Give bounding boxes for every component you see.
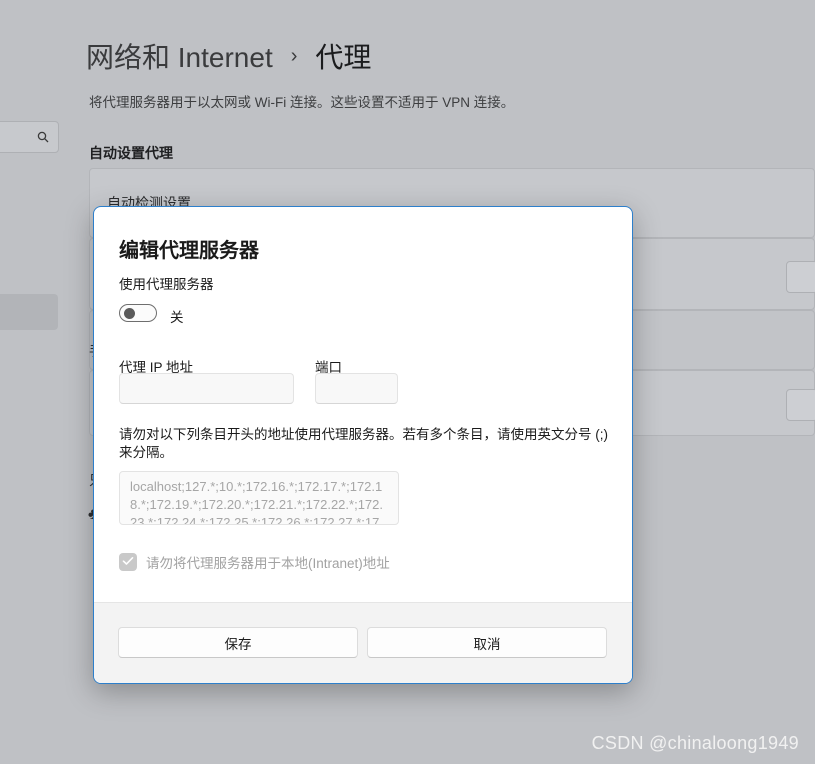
dialog-title: 编辑代理服务器 xyxy=(119,240,259,262)
exceptions-textarea[interactable]: localhost;127.*;10.*;172.16.*;172.17.*;1… xyxy=(119,471,399,525)
setup-script-button[interactable] xyxy=(786,261,815,293)
port-input[interactable] xyxy=(315,373,398,404)
breadcrumb-current: 代理 xyxy=(315,42,372,73)
use-proxy-label: 使用代理服务器 xyxy=(119,277,214,292)
checkmark-icon xyxy=(122,553,134,571)
dialog-footer: 保存 取消 xyxy=(94,602,632,683)
breadcrumb-separator-icon: › xyxy=(290,44,298,67)
bypass-local-label: 请勿将代理服务器用于本地(Intranet)地址 xyxy=(146,556,390,571)
page-description: 将代理服务器用于以太网或 Wi-Fi 连接。这些设置不适用于 VPN 连接。 xyxy=(89,95,515,110)
toggle-state-text: 关 xyxy=(170,310,184,325)
toggle-knob xyxy=(124,308,135,319)
section-title-auto-proxy: 自动设置代理 xyxy=(89,145,173,161)
breadcrumb: 网络和 Internet › 代理 xyxy=(86,36,371,76)
edit-proxy-dialog: 编辑代理服务器 使用代理服务器 关 代理 IP 地址 端口 请勿对以下列条目开头… xyxy=(93,206,633,684)
use-proxy-toggle[interactable] xyxy=(119,304,157,322)
sidebar-search-box[interactable] xyxy=(0,121,59,153)
save-button[interactable]: 保存 xyxy=(118,627,358,658)
search-icon xyxy=(37,130,49,148)
cancel-button[interactable]: 取消 xyxy=(367,627,607,658)
breadcrumb-parent[interactable]: 网络和 Internet xyxy=(86,36,273,76)
bypass-local-checkbox[interactable] xyxy=(119,553,137,571)
exceptions-description: 请勿对以下列条目开头的地址使用代理服务器。若有多个条目，请使用英文分号 (;) … xyxy=(119,427,608,460)
watermark: CSDN @chinaloong1949 xyxy=(591,733,799,753)
manual-proxy-edit-button[interactable] xyxy=(786,389,815,421)
proxy-ip-input[interactable] xyxy=(119,373,294,404)
sidebar-selected-item[interactable] xyxy=(0,294,58,330)
bypass-local-row[interactable]: 请勿将代理服务器用于本地(Intranet)地址 xyxy=(119,552,390,572)
